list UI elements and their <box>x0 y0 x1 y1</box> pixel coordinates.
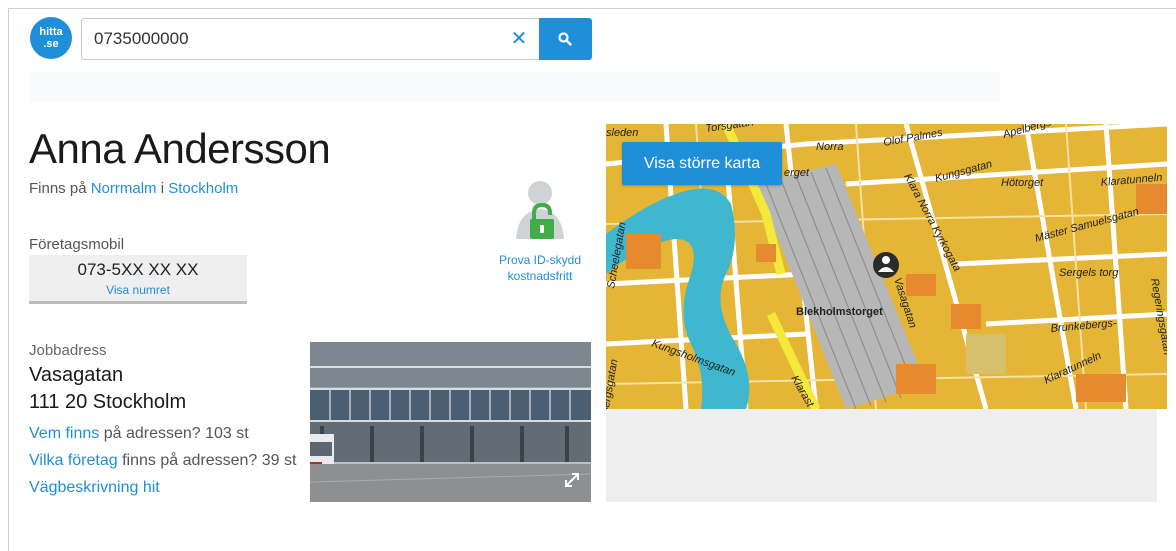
show-larger-map-button[interactable]: Visa större karta <box>622 142 782 185</box>
id-protect-promo[interactable]: Prova ID-skydd kostnadsfritt <box>490 175 590 284</box>
person-location: Finns på Norrmalm i Stockholm <box>29 180 238 197</box>
svg-text:Sergels torg: Sergels torg <box>1059 267 1119 279</box>
logo-domain: .se <box>43 38 59 50</box>
city-link[interactable]: Stockholm <box>168 180 238 197</box>
ad-banner-placeholder <box>30 72 1000 102</box>
show-number-label: Visa numret <box>106 283 170 297</box>
svg-text:Hötorget: Hötorget <box>1001 177 1044 189</box>
search-bar: ✕ <box>81 18 592 60</box>
who-at-address-link[interactable]: Vem finns <box>29 425 99 442</box>
location-prefix: Finns på <box>29 180 87 197</box>
id-protect-line2: kostnadsfritt <box>507 269 573 283</box>
location-separator: i <box>160 180 165 197</box>
map-footer-area <box>606 409 1157 502</box>
id-protect-line1: Prova ID-skydd <box>498 253 582 267</box>
svg-text:sleden: sleden <box>606 127 638 139</box>
phone-type-label: Företagsmobil <box>29 236 125 253</box>
close-icon[interactable]: ✕ <box>507 27 531 51</box>
companies-at-address-count: finns på adressen? 39 st <box>122 452 297 469</box>
search-icon <box>558 32 572 46</box>
companies-at-address: Vilka företag finns på adressen? 39 st <box>29 452 296 470</box>
show-number-button[interactable]: 073-5XX XX XX Visa numret <box>29 255 247 304</box>
person-lock-icon <box>516 181 564 239</box>
address-street: Vasagatan <box>29 364 124 386</box>
svg-text:Norra: Norra <box>816 141 844 153</box>
street-view-photo[interactable] <box>310 342 591 502</box>
logo-text: hitta <box>39 26 63 38</box>
address-postal: 111 20 Stockholm <box>29 391 187 413</box>
search-button[interactable] <box>539 18 592 60</box>
hitta-logo[interactable]: hitta .se <box>30 17 72 59</box>
address-label: Jobbadress <box>29 342 107 359</box>
who-at-address: Vem finns på adressen? 103 st <box>29 425 249 443</box>
masked-phone-number: 073-5XX XX XX <box>77 260 199 279</box>
svg-text:Blekholmstorget: Blekholmstorget <box>796 306 883 318</box>
who-at-address-count: på adressen? 103 st <box>103 425 249 442</box>
companies-at-address-link[interactable]: Vilka företag <box>29 452 118 469</box>
district-link[interactable]: Norrmalm <box>91 180 157 197</box>
search-input[interactable] <box>94 28 494 50</box>
directions-link[interactable]: Vägbeskrivning hit <box>29 479 160 496</box>
street-view-image <box>310 342 591 502</box>
directions: Vägbeskrivning hit <box>29 479 160 497</box>
person-name: Anna Andersson <box>29 125 331 172</box>
svg-text:erget: erget <box>784 167 810 179</box>
